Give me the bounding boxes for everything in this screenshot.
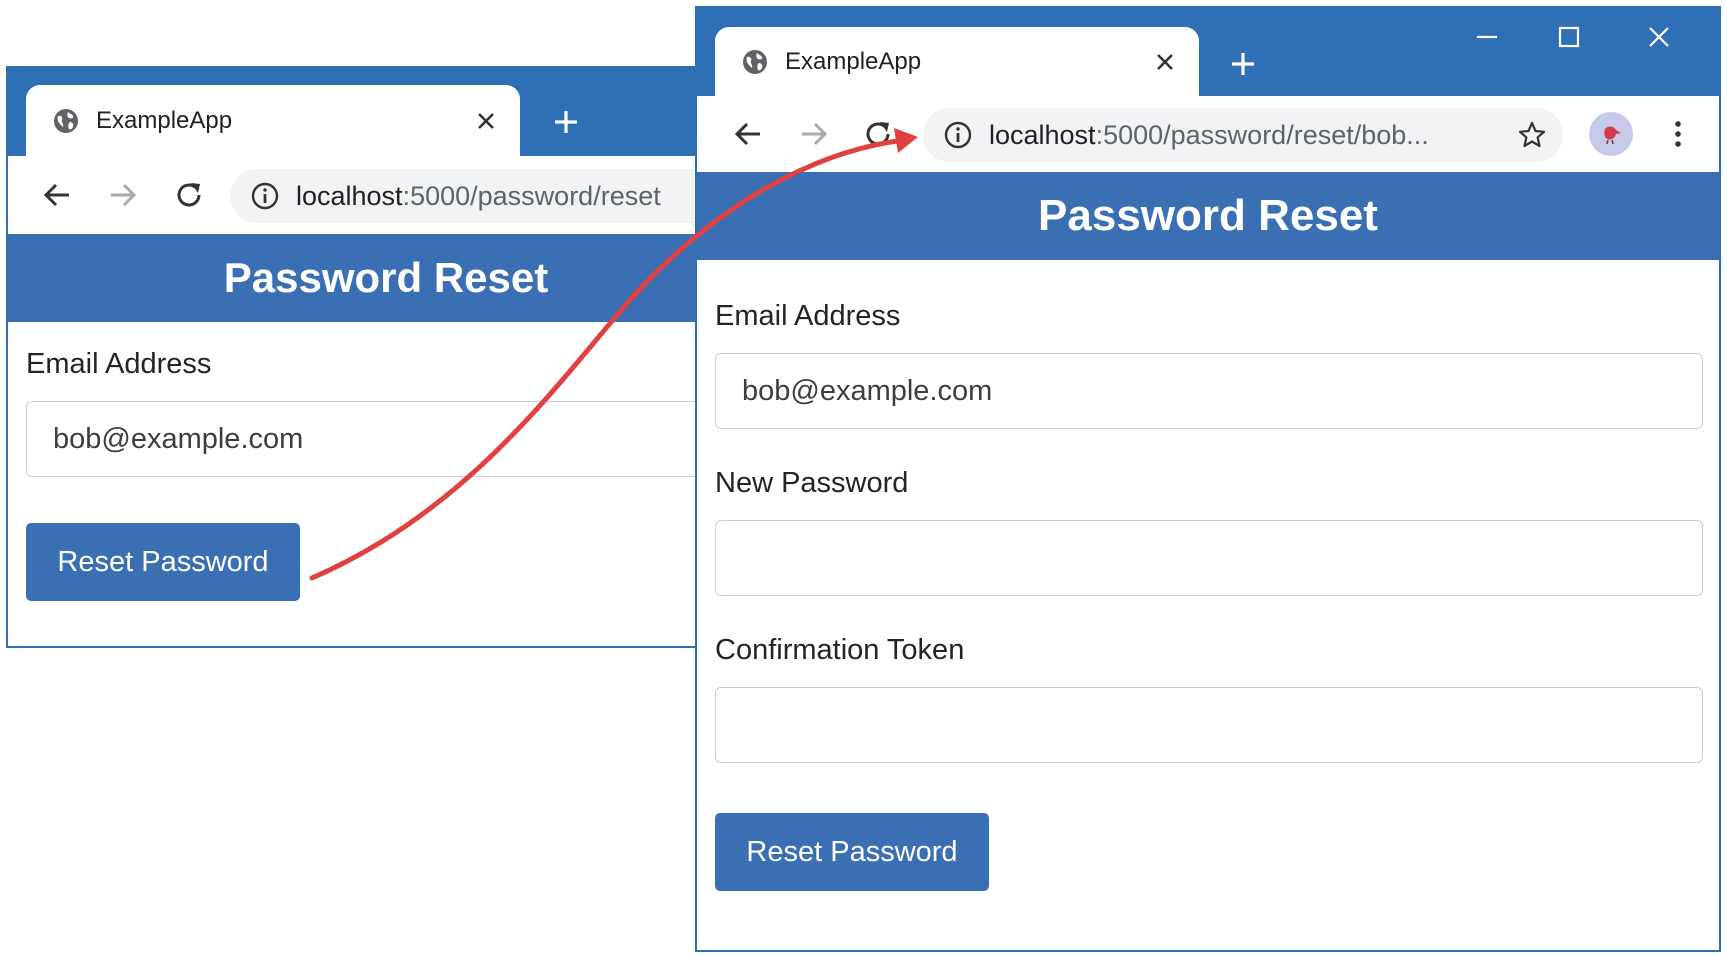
star-icon[interactable] [1517, 120, 1547, 150]
plus-icon[interactable] [544, 100, 588, 144]
avatar-icon[interactable] [1589, 112, 1633, 156]
url-text: localhost:5000/password/reset/bob... [989, 119, 1429, 150]
email-field[interactable] [26, 401, 764, 477]
info-icon[interactable] [250, 181, 280, 211]
reload-icon[interactable] [166, 172, 212, 218]
tab-strip: ExampleApp [697, 8, 1719, 96]
globe-icon [52, 107, 80, 135]
page-title: Password Reset [8, 234, 764, 322]
arrow-right-icon[interactable] [100, 172, 146, 218]
email-field[interactable] [715, 353, 1703, 429]
confirmation-token-field[interactable] [715, 687, 1703, 763]
plus-icon[interactable] [1221, 42, 1265, 86]
info-icon[interactable] [943, 120, 973, 150]
tab-title: ExampleApp [96, 106, 233, 134]
arrow-right-icon[interactable] [791, 111, 837, 157]
browser-window-after: ExampleApp localhost:5000/password/reset… [695, 6, 1721, 952]
address-bar[interactable]: localhost:5000/password/reset [230, 169, 764, 223]
email-label: Email Address [715, 300, 901, 332]
browser-toolbar: localhost:5000/password/reset/bob... [697, 96, 1719, 173]
close-icon[interactable] [1145, 42, 1185, 82]
confirmation-token-label: Confirmation Token [715, 634, 965, 666]
reset-password-button[interactable]: Reset Password [715, 813, 989, 891]
browser-tab[interactable]: ExampleApp [715, 27, 1199, 96]
maximize-icon[interactable] [1539, 12, 1599, 62]
browser-window-before: ExampleApp localhost:5000/password/reset… [6, 66, 766, 648]
arrow-left-icon[interactable] [34, 172, 80, 218]
url-text: localhost:5000/password/reset [296, 180, 661, 211]
reset-password-button[interactable]: Reset Password [26, 523, 300, 601]
reload-icon[interactable] [855, 111, 901, 157]
kebab-menu-icon[interactable] [1663, 112, 1693, 156]
close-icon[interactable] [466, 101, 506, 141]
email-label: Email Address [26, 348, 212, 380]
address-bar[interactable]: localhost:5000/password/reset/bob... [923, 108, 1563, 162]
reset-form: Email Address New Password Confirmation … [697, 260, 1719, 891]
arrow-left-icon[interactable] [725, 111, 771, 157]
minimize-icon[interactable] [1457, 12, 1517, 62]
browser-tab[interactable]: ExampleApp [26, 85, 520, 156]
tab-strip: ExampleApp [8, 68, 764, 156]
page-title: Password Reset [697, 172, 1719, 260]
reset-form: Email Address Reset Password [8, 322, 764, 601]
close-window-icon[interactable] [1629, 12, 1689, 62]
new-password-field[interactable] [715, 520, 1703, 596]
globe-icon [741, 48, 769, 76]
browser-toolbar: localhost:5000/password/reset [8, 156, 764, 235]
new-password-label: New Password [715, 467, 909, 499]
tab-title: ExampleApp [785, 47, 922, 75]
